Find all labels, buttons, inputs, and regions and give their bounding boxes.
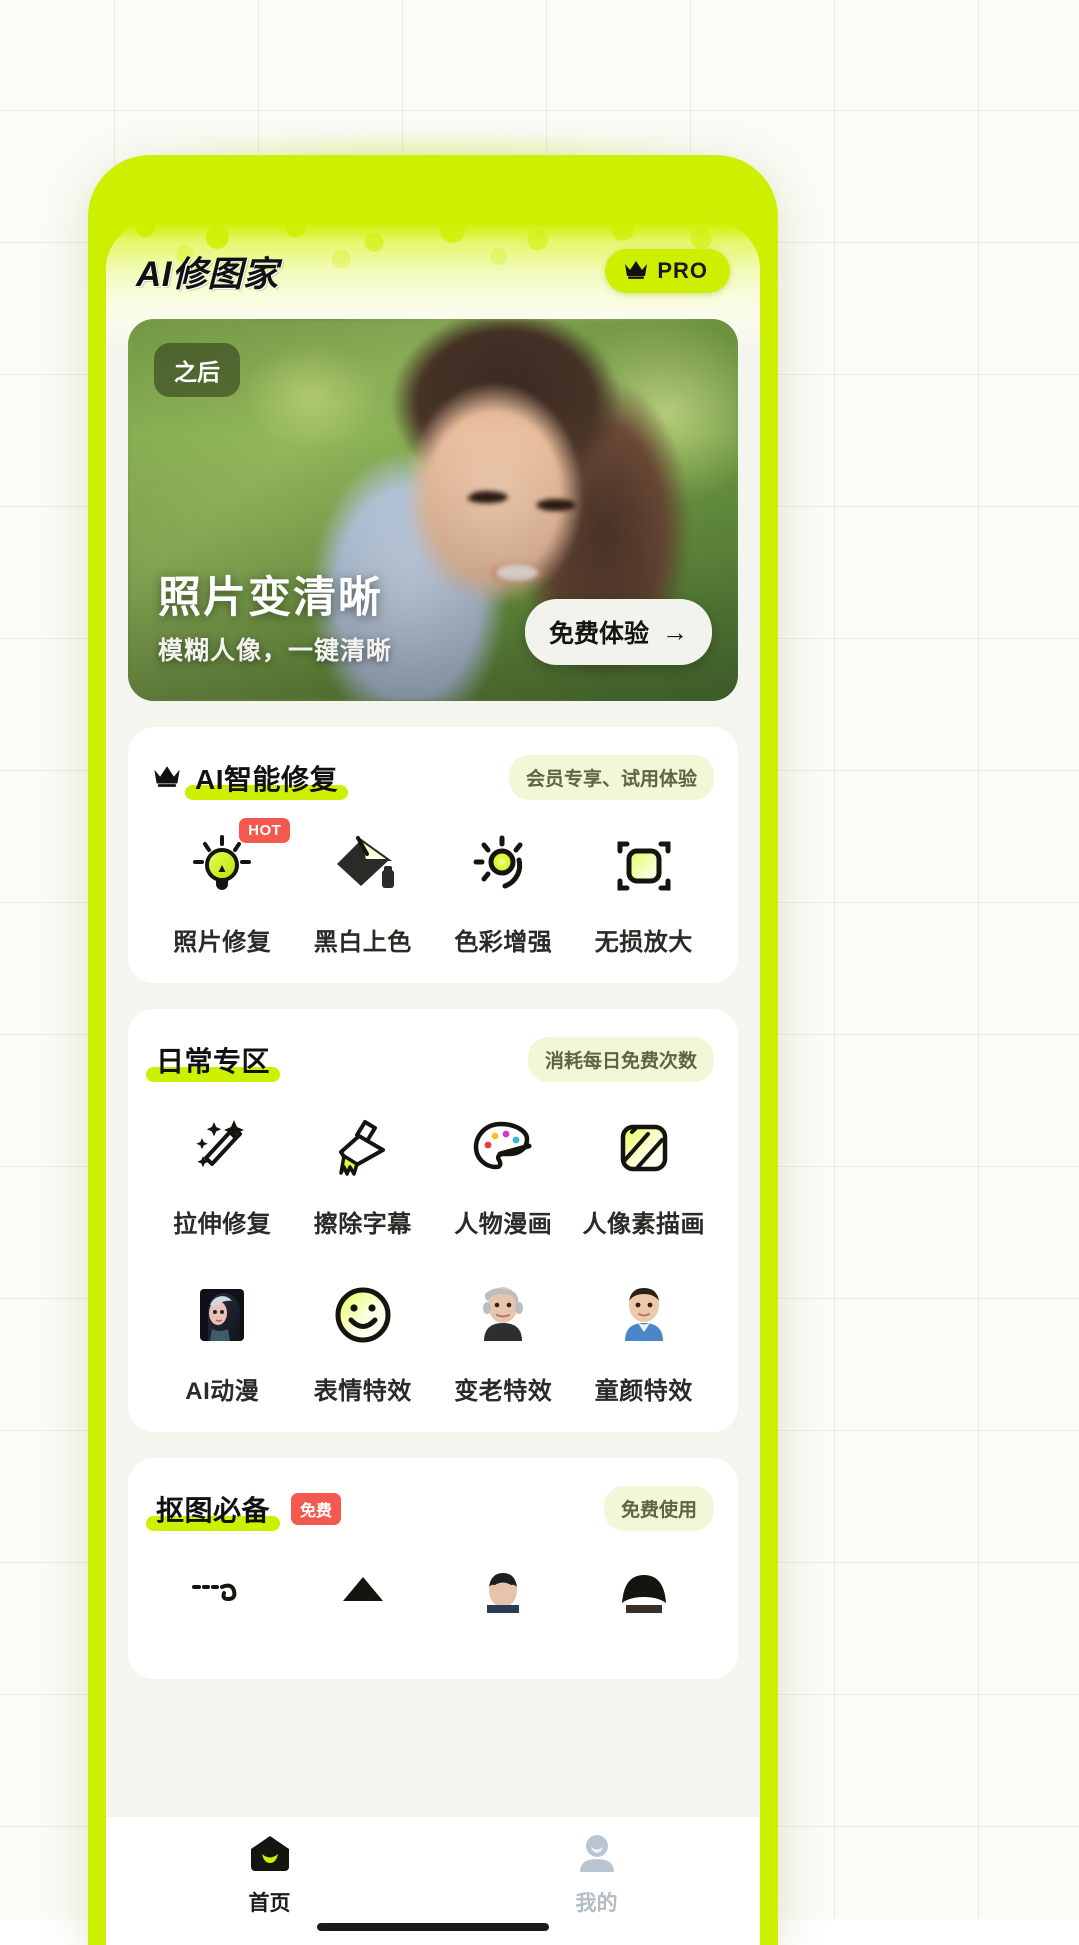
feature-label: 拉伸修复 (173, 1204, 271, 1239)
section-daily: 日常专区 消耗每日免费次数 (128, 1009, 738, 1432)
feature-label: 童颜特效 (595, 1371, 693, 1406)
phone-device: AI修图家 PRO 之后 照片变清晰 模糊人像，一键 (88, 155, 778, 1945)
scroll-content[interactable]: 之后 照片变清晰 模糊人像，一键清晰 免费体验 → (106, 319, 760, 1945)
tab-profile[interactable]: 我的 (433, 1833, 760, 1917)
tab-home[interactable]: 首页 (106, 1833, 433, 1917)
feature-tile-portrait-cutout[interactable] (433, 1547, 574, 1653)
feature-tile-ai-anime[interactable]: AI动漫 (152, 1265, 293, 1406)
section-title-group: 日常专区 (152, 1040, 274, 1080)
feature-tile-sketch[interactable]: 人像素描画 (574, 1098, 715, 1239)
tab-home-label: 首页 (249, 1887, 291, 1917)
hot-badge: HOT (239, 818, 290, 843)
hero-subtitle: 模糊人像，一键清晰 (158, 631, 392, 667)
pro-label: PRO (657, 258, 708, 284)
feature-tile-hair-cutout[interactable] (574, 1547, 715, 1653)
section-title: AI智能修复 (191, 758, 342, 798)
tab-profile-label: 我的 (576, 1887, 618, 1917)
feature-tile-lasso-cut[interactable] (152, 1547, 293, 1653)
feature-label: 人物漫画 (454, 1204, 552, 1239)
hero-after-badge: 之后 (154, 343, 240, 397)
feature-tile-youth[interactable]: 童颜特效 (574, 1265, 715, 1406)
feature-label: 擦除字幕 (314, 1204, 412, 1239)
feature-tile-cartoon[interactable]: 人物漫画 (433, 1098, 574, 1239)
hero-text-group: 照片变清晰 模糊人像，一键清晰 (158, 574, 392, 667)
section-title-group: AI智能修复 (152, 758, 342, 798)
feature-label: 黑白上色 (314, 922, 412, 957)
hero-cta-button[interactable]: 免费体验 → (525, 599, 712, 665)
feature-label: AI动漫 (185, 1371, 259, 1406)
feature-tile-stretch-repair[interactable]: 拉伸修复 (152, 1098, 293, 1239)
home-icon (248, 1833, 292, 1878)
crown-icon (152, 764, 182, 792)
section-badge: 消耗每日免费次数 (528, 1037, 714, 1082)
section-title-group: 抠图必备 免费 (152, 1489, 341, 1529)
feature-tile-color-enhance[interactable]: 色彩增强 (433, 816, 574, 957)
section-header: 抠图必备 免费 免费使用 (152, 1486, 714, 1531)
brush-icon (323, 1108, 403, 1188)
old-person-icon (463, 1275, 543, 1355)
feature-tile-erase-subtitle[interactable]: 擦除字幕 (293, 1098, 434, 1239)
section-badge: 会员专享、试用体验 (509, 755, 714, 800)
feature-grid (152, 1547, 714, 1653)
section-ai-restore: AI智能修复 会员专享、试用体验 HOT (128, 727, 738, 983)
young-person-icon (604, 1275, 684, 1355)
scale-frame-icon (604, 826, 684, 906)
phone-screen: AI修图家 PRO 之后 照片变清晰 模糊人像，一键 (106, 223, 760, 1945)
anime-portrait-icon (182, 1275, 262, 1355)
hair-cutout-icon (604, 1557, 684, 1637)
feature-tile-upscale[interactable]: 无损放大 (574, 816, 715, 957)
section-header: 日常专区 消耗每日免费次数 (152, 1037, 714, 1082)
pro-button[interactable]: PRO (605, 249, 730, 293)
free-badge: 免费 (291, 1493, 341, 1525)
section-title: 日常专区 (152, 1040, 274, 1080)
arrow-right-icon: → (662, 619, 688, 645)
home-indicator (317, 1923, 549, 1931)
feature-label: 照片修复 (173, 922, 271, 957)
feature-grid: 拉伸修复 擦除字幕 (152, 1098, 714, 1406)
feature-tile-expression[interactable]: 表情特效 (293, 1265, 434, 1406)
palette-icon (463, 1108, 543, 1188)
section-title: 抠图必备 (152, 1489, 274, 1529)
mountain-icon (323, 1557, 403, 1637)
feature-label: 无损放大 (595, 922, 693, 957)
feature-label: 表情特效 (314, 1371, 412, 1406)
smiley-icon (323, 1275, 403, 1355)
page-title: AI修图家 (136, 246, 279, 297)
feature-label: 人像素描画 (583, 1204, 706, 1239)
color-fill-image-icon (323, 826, 403, 906)
portrait-cutout-icon (463, 1557, 543, 1637)
section-header: AI智能修复 会员专享、试用体验 (152, 755, 714, 800)
feature-grid: HOT (152, 816, 714, 957)
feature-tile-mountain[interactable] (293, 1547, 434, 1653)
crown-icon (623, 259, 649, 284)
hero-title: 照片变清晰 (158, 574, 392, 622)
bottom-tabbar: 首页 我的 (106, 1817, 760, 1945)
profile-icon (575, 1833, 619, 1878)
feature-tile-aging[interactable]: 变老特效 (433, 1265, 574, 1406)
feature-tile-colorize[interactable]: 黑白上色 (293, 816, 434, 957)
hero-cta-label: 免费体验 (549, 614, 649, 650)
feature-label: 变老特效 (454, 1371, 552, 1406)
feature-tile-photo-repair[interactable]: HOT (152, 816, 293, 957)
section-cutout: 抠图必备 免费 免费使用 (128, 1458, 738, 1679)
section-badge: 免费使用 (604, 1486, 714, 1531)
lasso-cut-icon (182, 1557, 262, 1637)
feature-label: 色彩增强 (454, 922, 552, 957)
brightness-sun-icon (463, 826, 543, 906)
sketch-hatch-icon (604, 1108, 684, 1188)
app-header: AI修图家 PRO (106, 223, 760, 319)
hero-banner[interactable]: 之后 照片变清晰 模糊人像，一键清晰 免费体验 → (128, 319, 738, 701)
magic-wand-icon (182, 1108, 262, 1188)
